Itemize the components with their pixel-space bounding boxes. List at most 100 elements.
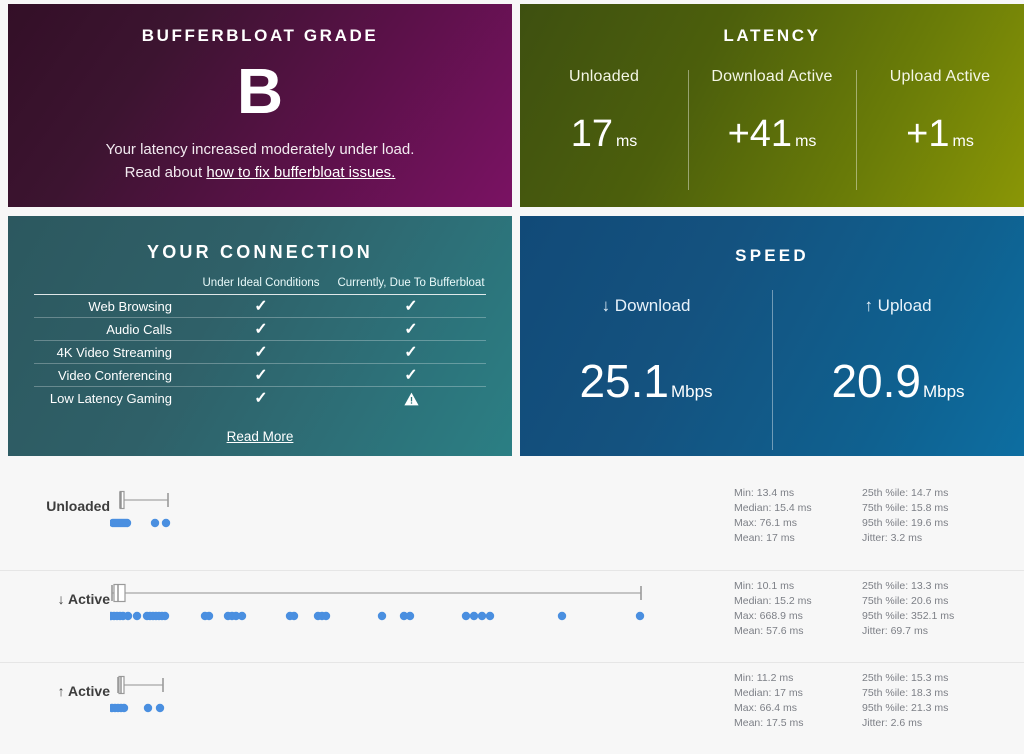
latency-detail-row: ↓ Active Min: 10.1 ms Median: 15.2 ms Max: … bbox=[0, 570, 1024, 662]
bufferbloat-grade-card: BUFFERBLOAT GRADE B Your latency increas… bbox=[8, 4, 512, 207]
bufferbloat-grade-letter: B bbox=[236, 55, 284, 127]
warning-triangle-icon bbox=[403, 392, 419, 406]
bufferbloat-grade-title: BUFFERBLOAT GRADE bbox=[141, 26, 379, 45]
speed-upload-label: ↑ Upload bbox=[864, 296, 932, 315]
speed-card: SPEED ↓ Download 25.1 Mbps ↑ Upload 20.9 M… bbox=[520, 216, 1024, 456]
latency-row-stats: Min: 11.2 ms Median: 17 ms Max: 66.4 ms Mea… bbox=[734, 671, 1024, 731]
box-plot bbox=[111, 583, 642, 603]
capability-current: ✓ bbox=[336, 364, 486, 387]
connection-table-header-row: Under Ideal Conditions Currently, Due To… bbox=[34, 277, 486, 295]
capability-ideal: ✓ bbox=[186, 341, 336, 364]
read-more-link[interactable]: Read More bbox=[227, 429, 294, 444]
stats-column-right: 25th %ile: 14.7 ms 75th %ile: 15.8 ms 95th… bbox=[862, 486, 1024, 546]
connection-capability-table: Under Ideal Conditions Currently, Due To… bbox=[34, 277, 486, 410]
latency-card: LATENCY Unloaded 17 ms Download Active +4… bbox=[520, 4, 1024, 207]
latency-upload-active-unit: ms bbox=[952, 133, 974, 150]
check-icon: ✓ bbox=[404, 297, 418, 315]
check-icon: ✓ bbox=[404, 320, 418, 338]
capability-current: ✓ bbox=[336, 295, 486, 318]
stat-line: Mean: 57.6 ms bbox=[734, 625, 804, 637]
capability-name: Web Browsing bbox=[88, 298, 172, 314]
speed-download-value: 25.1 Mbps bbox=[520, 354, 772, 419]
capability-name: Video Conferencing bbox=[58, 367, 172, 383]
capability-ideal: ✓ bbox=[186, 387, 336, 410]
latency-title: LATENCY bbox=[723, 26, 821, 45]
table-row: Video Conferencing ✓ ✓ bbox=[34, 363, 486, 387]
check-icon: ✓ bbox=[254, 389, 268, 407]
latency-unloaded-number: 17 bbox=[570, 113, 613, 155]
latency-row-plot bbox=[110, 663, 734, 754]
stat-line: 95th %ile: 352.1 ms bbox=[862, 610, 955, 622]
stat-line: Median: 15.4 ms bbox=[734, 502, 812, 514]
latency-row-label: Unloaded bbox=[46, 498, 110, 514]
latency-download-active-label: Download Active bbox=[711, 68, 833, 85]
stat-line: 75th %ile: 15.8 ms bbox=[862, 502, 949, 514]
speed-download-unit: Mbps bbox=[670, 382, 713, 401]
stat-line: Min: 11.2 ms bbox=[734, 672, 794, 684]
latency-download-active-value: +41 ms bbox=[688, 112, 856, 164]
capability-current bbox=[336, 387, 486, 410]
box-plot bbox=[119, 490, 169, 510]
stat-line: Jitter: 69.7 ms bbox=[862, 625, 928, 637]
stat-line: Jitter: 2.6 ms bbox=[862, 717, 923, 729]
latency-upload-active: Upload Active +1 ms bbox=[856, 68, 1024, 196]
check-icon: ✓ bbox=[254, 343, 268, 361]
stats-column-right: 25th %ile: 13.3 ms 75th %ile: 20.6 ms 95th… bbox=[862, 579, 1024, 639]
table-row: 4K Video Streaming ✓ ✓ bbox=[34, 340, 486, 364]
speed-download-label: ↓ Download bbox=[601, 296, 691, 315]
stat-line: Mean: 17 ms bbox=[734, 532, 795, 544]
stat-line: 25th %ile: 14.7 ms bbox=[862, 487, 949, 499]
stat-line: 95th %ile: 21.3 ms bbox=[862, 702, 949, 714]
speed-upload-unit: Mbps bbox=[922, 382, 965, 401]
latency-detail-row: Unloaded Min: 13.4 ms Median: 15.4 ms Max: … bbox=[0, 478, 1024, 570]
stats-column-left: Min: 13.4 ms Median: 15.4 ms Max: 76.1 ms M… bbox=[734, 486, 858, 546]
capability-ideal: ✓ bbox=[186, 364, 336, 387]
connection-header-blank bbox=[34, 277, 186, 295]
capability-ideal: ✓ bbox=[186, 295, 336, 318]
bufferbloat-grade-link-row: Read about how to fix bufferbloat issues… bbox=[8, 162, 512, 184]
connection-table-body: Web Browsing ✓ ✓ Audio Calls ✓ ✓ 4K Video Stre… bbox=[34, 294, 486, 410]
capability-ideal: ✓ bbox=[186, 318, 336, 341]
latency-row-label: ↓ Active bbox=[57, 591, 110, 607]
fix-bufferbloat-link[interactable]: how to fix bufferbloat issues. bbox=[206, 164, 395, 181]
latency-row-plot bbox=[110, 478, 734, 570]
table-row: Low Latency Gaming ✓ bbox=[34, 386, 486, 410]
speed-upload: ↑ Upload 20.9 Mbps bbox=[772, 290, 1024, 450]
check-icon: ✓ bbox=[404, 343, 418, 361]
stat-line: Max: 76.1 ms bbox=[734, 517, 798, 529]
box-plot bbox=[117, 675, 164, 695]
table-row: Web Browsing ✓ ✓ bbox=[34, 294, 486, 318]
stat-line: 75th %ile: 18.3 ms bbox=[862, 687, 949, 699]
latency-columns: Unloaded 17 ms Download Active +41 ms Uplo… bbox=[520, 68, 1024, 196]
check-icon: ✓ bbox=[254, 320, 268, 338]
stats-column-left: Min: 11.2 ms Median: 17 ms Max: 66.4 ms Mea… bbox=[734, 671, 858, 731]
connection-header-ideal: Under Ideal Conditions bbox=[202, 277, 320, 289]
stat-line: 25th %ile: 15.3 ms bbox=[862, 672, 949, 684]
read-about-text: Read about bbox=[124, 164, 207, 181]
speed-title: SPEED bbox=[735, 246, 809, 265]
speed-download: ↓ Download 25.1 Mbps bbox=[520, 296, 772, 446]
latency-row-stats: Min: 10.1 ms Median: 15.2 ms Max: 668.9 ms… bbox=[734, 579, 1024, 639]
latency-download-active: Download Active +41 ms bbox=[688, 68, 856, 196]
speed-download-number: 25.1 bbox=[579, 355, 669, 407]
connection-header-current: Currently, Due To Bufferbloat bbox=[337, 277, 485, 289]
latency-unloaded: Unloaded 17 ms bbox=[520, 68, 688, 196]
stats-column-left: Min: 10.1 ms Median: 15.2 ms Max: 668.9 ms… bbox=[734, 579, 858, 639]
summary-cards: BUFFERBLOAT GRADE B Your latency increas… bbox=[0, 0, 1024, 456]
connection-table-head: Under Ideal Conditions Currently, Due To… bbox=[34, 277, 486, 295]
check-icon: ✓ bbox=[254, 297, 268, 315]
stat-line: 25th %ile: 13.3 ms bbox=[862, 580, 949, 592]
speed-columns: ↓ Download 25.1 Mbps ↑ Upload 20.9 Mbps bbox=[520, 290, 1024, 450]
latency-upload-active-label: Upload Active bbox=[889, 68, 991, 85]
capability-current: ✓ bbox=[336, 318, 486, 341]
latency-unloaded-unit: ms bbox=[615, 133, 638, 150]
check-icon: ✓ bbox=[404, 366, 418, 384]
latency-row-plot bbox=[110, 571, 734, 663]
latency-detail-rows: Unloaded Min: 13.4 ms Median: 15.4 ms Max: … bbox=[0, 456, 1024, 754]
capability-name: Low Latency Gaming bbox=[49, 390, 172, 406]
latency-row-label: ↑ Active bbox=[57, 683, 110, 699]
check-icon: ✓ bbox=[254, 366, 268, 384]
stats-column-right: 25th %ile: 15.3 ms 75th %ile: 18.3 ms 95th… bbox=[862, 671, 1024, 731]
latency-upload-active-value: +1 ms bbox=[856, 112, 1024, 164]
stat-line: Median: 17 ms bbox=[734, 687, 803, 699]
